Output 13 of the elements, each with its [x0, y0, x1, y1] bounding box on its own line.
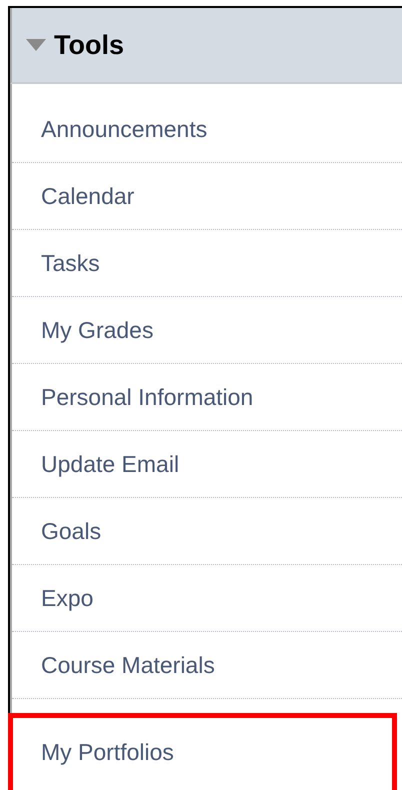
menu-link[interactable]: My Grades [41, 316, 154, 344]
caret-icon[interactable] [26, 39, 46, 51]
menu-link[interactable]: Personal Information [41, 384, 254, 410]
menu-link[interactable]: My Portfolios [41, 738, 174, 766]
menu-link[interactable]: Update Email [41, 450, 180, 478]
panel-header[interactable]: Tools [10, 8, 402, 84]
panel-title: Tools [54, 30, 124, 60]
menu-link[interactable]: Course Materials [41, 652, 215, 678]
menu-link[interactable]: Calendar [41, 182, 134, 210]
menu-link[interactable]: Announcements [41, 116, 208, 142]
menu-link[interactable]: Tasks [41, 250, 100, 276]
menu-link[interactable]: Goals [41, 518, 102, 544]
menu-link[interactable]: Expo [41, 584, 94, 612]
